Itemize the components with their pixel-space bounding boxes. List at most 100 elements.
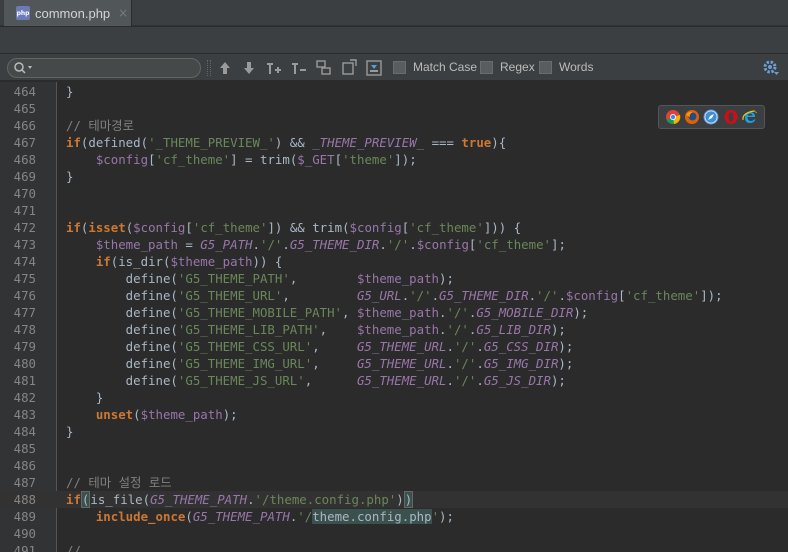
- code-token: G5_THEME_URL: [356, 373, 447, 388]
- ie-icon[interactable]: [742, 109, 758, 125]
- code-text: //: [66, 542, 81, 552]
- code-token: '/': [409, 288, 432, 303]
- code-line[interactable]: 475 define('G5_THEME_PATH', $theme_path)…: [0, 270, 788, 287]
- code-line[interactable]: 484}: [0, 423, 788, 440]
- code-text: }: [66, 389, 103, 406]
- line-number: 472: [13, 220, 36, 235]
- code-line[interactable]: 476 define('G5_THEME_URL', G5_URL.'/'.G5…: [0, 287, 788, 304]
- code-line[interactable]: 478 define('G5_THEME_LIB_PATH', $theme_p…: [0, 321, 788, 338]
- firefox-icon[interactable]: [684, 109, 700, 125]
- code-token: true: [461, 135, 492, 150]
- safari-icon[interactable]: [703, 109, 719, 125]
- code-line[interactable]: 477 define('G5_THEME_MOBILE_PATH', $them…: [0, 304, 788, 321]
- line-number: 481: [13, 373, 36, 388]
- code-line[interactable]: 481 define('G5_THEME_JS_URL', G5_THEME_U…: [0, 372, 788, 389]
- tab-label: common.php: [35, 5, 111, 21]
- add-occurrence-icon[interactable]: [265, 59, 283, 77]
- code-token: is_file(: [90, 492, 151, 507]
- code-text: define('G5_THEME_PATH', $theme_path);: [66, 270, 454, 287]
- code-line[interactable]: 483 unset($theme_path);: [0, 406, 788, 423]
- code-text: // 테마 설정 로드: [66, 474, 172, 491]
- code-line[interactable]: 486: [0, 457, 788, 474]
- filter-icon[interactable]: [340, 59, 358, 77]
- code-line[interactable]: 485: [0, 440, 788, 457]
- code-token: G5_THEME_PATH: [150, 492, 248, 507]
- previous-occurrence-icon[interactable]: [216, 59, 234, 77]
- code-token: '/: [297, 509, 313, 524]
- code-editor[interactable]: 464} 465 466// 테마경로 467 if(defined('_THEME_P…: [0, 82, 788, 552]
- tab-common-php[interactable]: php common.php ×: [4, 0, 132, 26]
- search-icon[interactable]: [13, 61, 35, 75]
- code-line[interactable]: 474 if(is_dir($theme_path)) {: [0, 253, 788, 270]
- code-token: 'cf_theme': [476, 237, 551, 252]
- code-token: .: [282, 237, 290, 252]
- code-token: ': [431, 509, 440, 524]
- code-token: 'cf_theme': [409, 220, 484, 235]
- code-line[interactable]: 491 //: [0, 542, 788, 552]
- code-line[interactable]: 487 // 테마 설정 로드: [0, 474, 788, 491]
- code-token: }: [66, 390, 104, 405]
- code-line[interactable]: 472 if(isset($config['cf_theme']) && trim…: [0, 219, 788, 236]
- code-token: ,: [304, 373, 357, 388]
- code-token: theme.config.php: [312, 509, 432, 524]
- code-token: G5_THEME_PATH: [192, 509, 290, 524]
- code-line[interactable]: 490: [0, 525, 788, 542]
- select-all-occurrences-icon[interactable]: [315, 59, 333, 77]
- code-line[interactable]: 473 $theme_path = G5_PATH.'/'.G5_THEME_D…: [0, 236, 788, 253]
- code-token: .: [476, 373, 484, 388]
- code-line[interactable]: 470: [0, 185, 788, 202]
- code-line[interactable]: 469}: [0, 168, 788, 185]
- code-token: }: [66, 84, 74, 99]
- code-token: $theme_path: [140, 407, 223, 422]
- code-token: '/': [536, 288, 559, 303]
- search-input[interactable]: [36, 60, 196, 76]
- opera-icon[interactable]: [723, 109, 739, 125]
- code-text: define('G5_THEME_MOBILE_PATH', $theme_pa…: [66, 304, 589, 321]
- code-line[interactable]: 479 define('G5_THEME_CSS_URL', G5_THEME_…: [0, 338, 788, 355]
- code-token: )) {: [252, 254, 283, 269]
- code-line[interactable]: 480 define('G5_THEME_IMG_URL', G5_THEME_…: [0, 355, 788, 372]
- code-token: 'cf_theme': [155, 152, 231, 167]
- code-line[interactable]: 489 include_once(G5_THEME_PATH.'/theme.c…: [0, 508, 788, 525]
- next-occurrence-icon[interactable]: [240, 59, 258, 77]
- words-label[interactable]: Words: [559, 60, 593, 74]
- line-number: 464: [13, 84, 36, 99]
- code-line[interactable]: 488 if(is_file(G5_THEME_PATH.'/theme.conf…: [0, 491, 788, 508]
- code-text: }: [66, 83, 73, 100]
- code-token: .: [476, 339, 484, 354]
- chrome-icon[interactable]: [665, 109, 681, 125]
- regex-checkbox[interactable]: [480, 61, 493, 74]
- code-token: define(: [66, 356, 178, 371]
- code-token: G5_THEME_URL: [356, 356, 447, 371]
- php-file-icon: php: [16, 6, 30, 20]
- code-line[interactable]: 467 if(defined('_THEME_PREVIEW_') && _THE…: [0, 134, 788, 151]
- line-number: 479: [13, 339, 36, 354]
- code-text: if(is_dir($theme_path)) {: [66, 253, 283, 270]
- code-line[interactable]: 464}: [0, 83, 788, 100]
- code-text: if(defined('_THEME_PREVIEW_') && _THEME_…: [66, 134, 506, 151]
- code-line[interactable]: 482 }: [0, 389, 788, 406]
- words-checkbox[interactable]: [539, 61, 552, 74]
- remove-occurrence-icon[interactable]: [290, 59, 308, 77]
- search-box[interactable]: [7, 58, 201, 78]
- close-icon[interactable]: ×: [118, 6, 128, 20]
- code-token: if: [66, 135, 81, 150]
- line-number: 487: [13, 475, 36, 490]
- line-number: 482: [13, 390, 36, 405]
- match-case-label[interactable]: Match Case: [413, 60, 477, 74]
- code-line[interactable]: 468 $config['cf_theme'] = trim($_GET['th…: [0, 151, 788, 168]
- code-token: '/': [453, 373, 477, 388]
- gear-icon[interactable]: [762, 59, 780, 77]
- code-token: if: [66, 220, 81, 235]
- code-token: .: [528, 288, 537, 303]
- in-selection-icon[interactable]: [365, 59, 383, 77]
- code-token: 'G5_THEME_URL': [177, 288, 283, 303]
- code-token: '/': [446, 305, 469, 320]
- code-line[interactable]: 471: [0, 202, 788, 219]
- match-case-checkbox[interactable]: [393, 61, 406, 74]
- code-token: ) &&: [274, 135, 313, 150]
- regex-label[interactable]: Regex: [500, 60, 535, 74]
- line-number: 477: [13, 305, 36, 320]
